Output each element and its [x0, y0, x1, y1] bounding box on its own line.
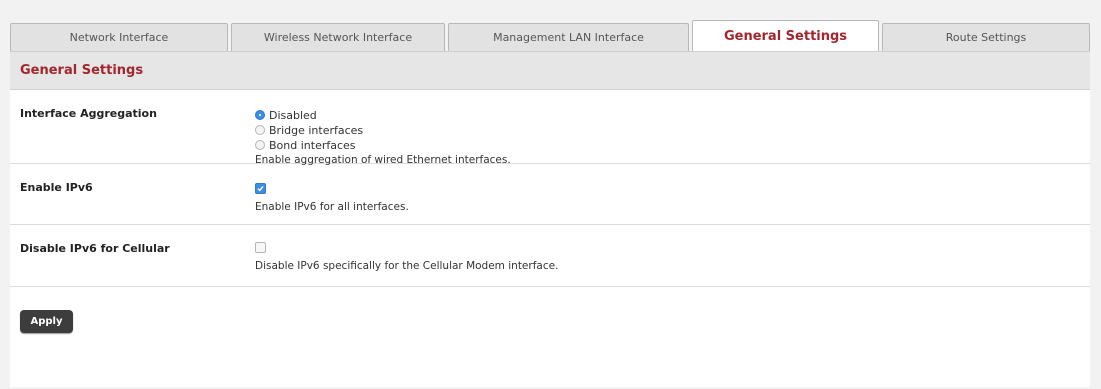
radio-bridge-label: Bridge interfaces	[269, 123, 364, 137]
enable-ipv6-checkbox[interactable]	[255, 183, 266, 194]
tab-bar: Network Interface Wireless Network Inter…	[10, 20, 1090, 51]
radio-bridge-interfaces[interactable]	[255, 125, 265, 135]
tab-general-settings[interactable]: General Settings	[692, 20, 879, 51]
disable-ipv6-cellular-help: Disable IPv6 specifically for the Cellul…	[255, 260, 559, 272]
radio-bond-label: Bond interfaces	[269, 138, 356, 152]
page: Network Interface Wireless Network Inter…	[0, 0, 1101, 389]
radio-bond-interfaces[interactable]	[255, 140, 265, 150]
interface-aggregation-label: Interface Aggregation	[20, 107, 157, 120]
tab-management-lan-interface[interactable]: Management LAN Interface	[448, 23, 689, 51]
enable-ipv6-row: Enable IPv6 Enable IPv6 for all interfac…	[10, 164, 1090, 225]
radio-option-bond[interactable]: Bond interfaces	[255, 138, 1090, 152]
radio-disabled-label: Disabled	[269, 108, 317, 122]
enable-ipv6-control: Enable IPv6 for all interfaces.	[255, 164, 1090, 224]
disable-ipv6-cellular-row: Disable IPv6 for Cellular Disable IPv6 s…	[10, 225, 1090, 287]
interface-aggregation-row: Interface Aggregation Disabled Bridge in…	[10, 90, 1090, 166]
radio-option-bridge[interactable]: Bridge interfaces	[255, 123, 1090, 137]
apply-area: Apply	[10, 287, 1090, 333]
disable-ipv6-cellular-control: Disable IPv6 specifically for the Cellul…	[255, 225, 1090, 286]
disable-ipv6-cellular-checkbox[interactable]	[255, 242, 266, 253]
radio-disabled[interactable]	[255, 110, 265, 120]
settings-panel: General Settings Interface Aggregation D…	[10, 51, 1090, 387]
tab-route-settings[interactable]: Route Settings	[882, 23, 1090, 51]
disable-ipv6-cellular-label: Disable IPv6 for Cellular	[20, 242, 170, 255]
checkmark-icon	[257, 185, 264, 192]
tab-wireless-network-interface[interactable]: Wireless Network Interface	[231, 23, 445, 51]
tab-network-interface[interactable]: Network Interface	[10, 23, 228, 51]
interface-aggregation-control: Disabled Bridge interfaces Bond interfac…	[255, 90, 1090, 166]
enable-ipv6-label: Enable IPv6	[20, 181, 93, 194]
section-title: General Settings	[10, 52, 1090, 90]
enable-ipv6-help: Enable IPv6 for all interfaces.	[255, 201, 409, 213]
radio-option-disabled[interactable]: Disabled	[255, 108, 1090, 122]
apply-button[interactable]: Apply	[20, 310, 73, 333]
